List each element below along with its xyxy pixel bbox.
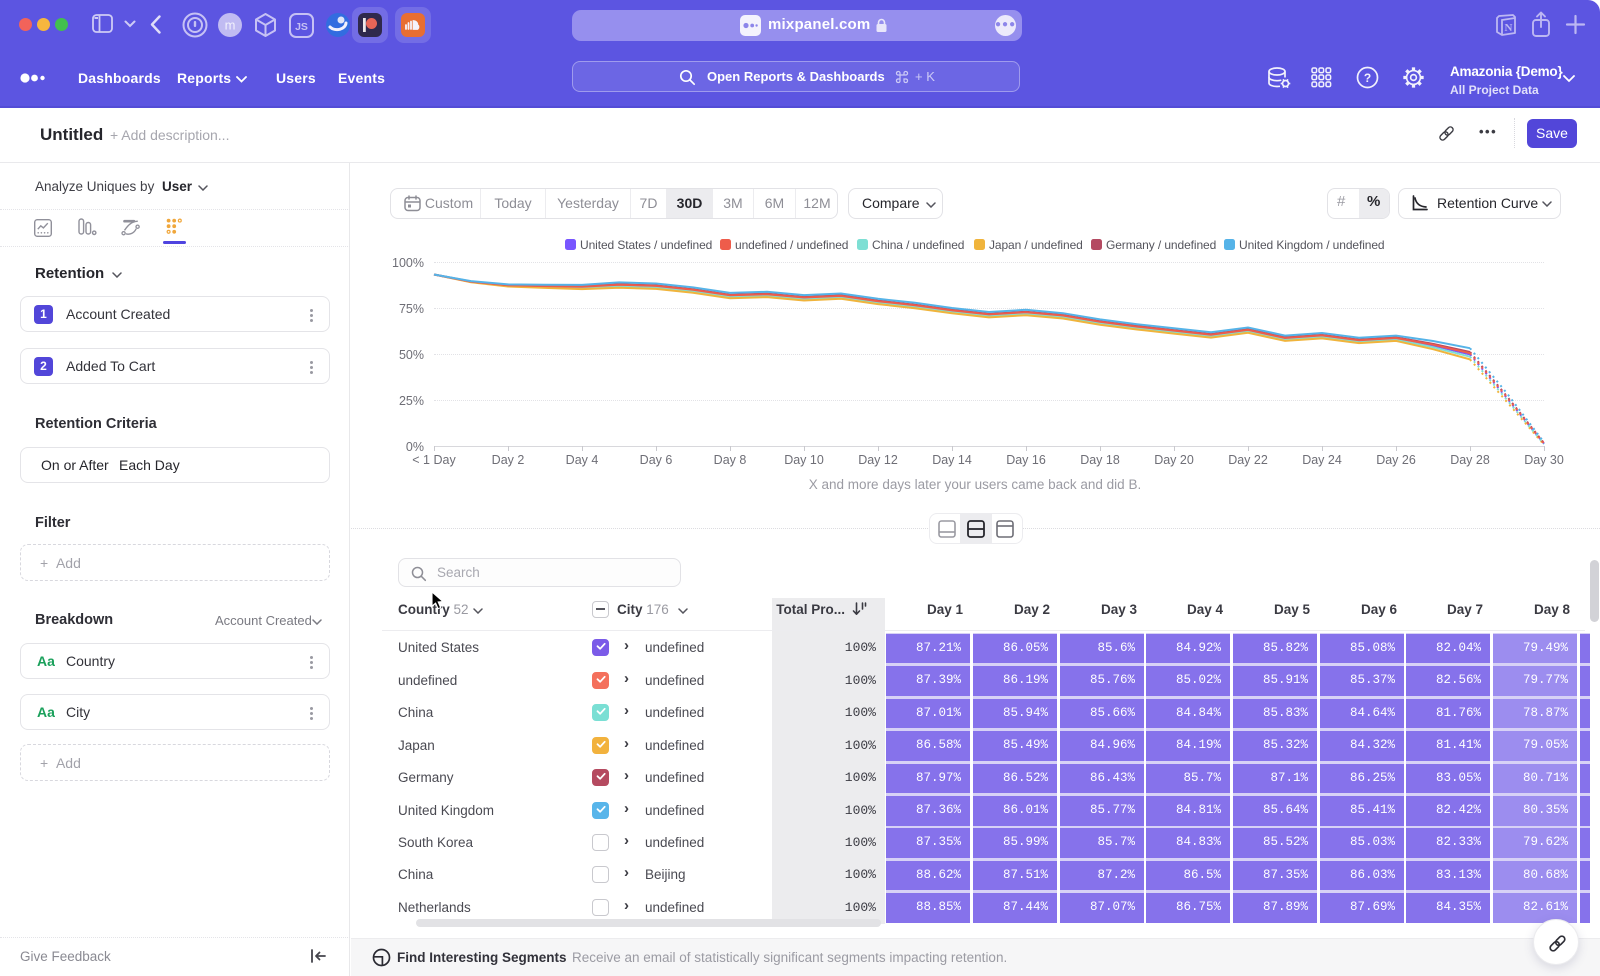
svg-text:?: ? — [1364, 71, 1371, 85]
svg-text:m: m — [225, 18, 236, 33]
svg-text:JS: JS — [295, 21, 308, 33]
svg-text:N: N — [1505, 22, 1513, 34]
